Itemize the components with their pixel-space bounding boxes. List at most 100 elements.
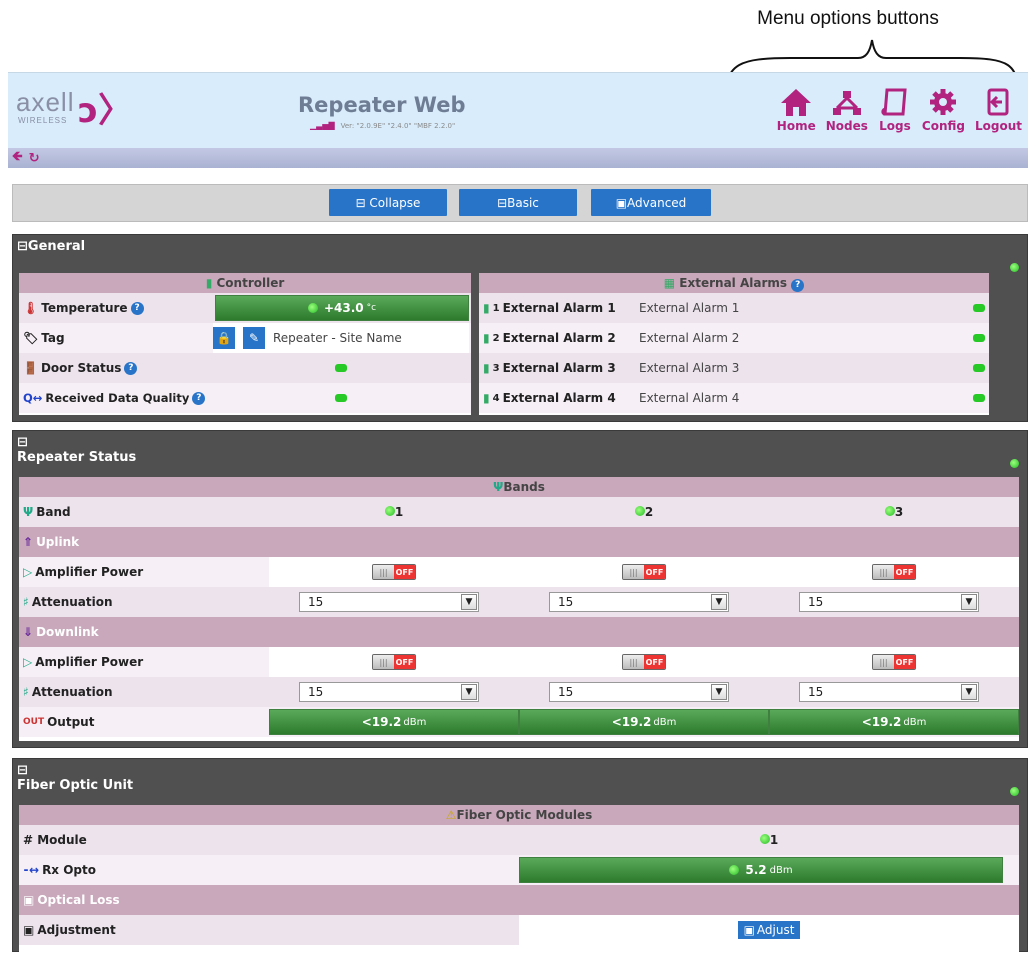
- attenuation-icon: ♯: [23, 685, 29, 699]
- door-label: 🚪 Door Status?: [19, 361, 213, 375]
- fiber-status-led: [1010, 787, 1019, 796]
- menu-logs-button[interactable]: Logs: [878, 85, 912, 133]
- adjustment-icon: ▣: [23, 923, 35, 937]
- rx-value: 5.2: [745, 863, 767, 877]
- repeater-title-block: ⊟ Repeater Status: [13, 431, 1027, 465]
- attenuation-select[interactable]: 15 ▼: [549, 592, 729, 612]
- output-label-text: Output: [47, 715, 95, 729]
- chevron-down-icon: ▼: [461, 684, 477, 700]
- amp-toggle[interactable]: ||| OFF: [372, 564, 416, 580]
- help-icon[interactable]: ?: [192, 391, 206, 405]
- menu-logout-button[interactable]: Logout: [975, 85, 1022, 133]
- attenuation-icon: ♯: [23, 595, 29, 609]
- downlink-label: Downlink: [36, 625, 99, 639]
- output-value: <19.2: [611, 715, 652, 729]
- amp-toggle[interactable]: ||| OFF: [372, 654, 416, 670]
- uplink-header: ⇑ Uplink: [19, 527, 1019, 557]
- attenuation-select[interactable]: 15 ▼: [299, 592, 479, 612]
- band-cell: 3: [769, 505, 1019, 519]
- toggle-state: OFF: [894, 655, 915, 669]
- fiber-modules-header: ⚠Fiber Optic Modules: [19, 805, 1019, 825]
- adjust-button[interactable]: ▣ Adjust: [737, 921, 801, 939]
- atten-cell: 15 ▼: [799, 682, 1019, 702]
- amp-toggle-cell: ||| OFF: [519, 647, 769, 677]
- basic-button[interactable]: ⊟Basic: [459, 189, 577, 216]
- fiber-collapse-icon[interactable]: ⊟: [17, 763, 1023, 778]
- edit-icon[interactable]: ✎: [243, 327, 265, 349]
- help-icon[interactable]: ?: [791, 278, 805, 292]
- attenuation-select[interactable]: 15 ▼: [799, 592, 979, 612]
- band-cell: 1: [269, 505, 519, 519]
- amp-toggle[interactable]: ||| OFF: [872, 564, 916, 580]
- band-led: [634, 506, 645, 516]
- door-row: 🚪 Door Status?: [19, 353, 471, 383]
- rx-opto-icon: ⁃↔: [23, 863, 40, 877]
- menu-logout-label: Logout: [974, 119, 1022, 133]
- help-icon[interactable]: ?: [124, 361, 138, 375]
- amp-toggle[interactable]: ||| OFF: [622, 654, 666, 670]
- adjustment-row: ▣ Adjustment ▣ Adjust: [19, 915, 1019, 945]
- amp-label: ▷ Amplifier Power: [19, 565, 269, 579]
- temperature-label-text: Temperature: [41, 301, 128, 315]
- attenuation-select[interactable]: 15 ▼: [299, 682, 479, 702]
- menu-config-button[interactable]: Config: [922, 85, 965, 133]
- module-label: # Module: [23, 833, 87, 847]
- tag-label-text: Tag: [41, 331, 65, 345]
- back-arrow-icon[interactable]: 🡸: [12, 147, 23, 169]
- lock-icon[interactable]: 🔒: [213, 327, 235, 349]
- attenuation-select[interactable]: 15 ▼: [549, 682, 729, 702]
- adjustment-label-text: Adjustment: [37, 923, 116, 937]
- chevron-down-icon: ▼: [461, 594, 477, 610]
- amp-toggle[interactable]: ||| OFF: [622, 564, 666, 580]
- refresh-icon[interactable]: ↻: [29, 151, 40, 166]
- home-icon: [779, 85, 813, 119]
- help-icon[interactable]: ?: [130, 301, 144, 315]
- advanced-button[interactable]: ▣Advanced: [591, 189, 711, 216]
- toggle-state: OFF: [394, 655, 415, 669]
- bands-header: ΨBands: [19, 477, 1019, 497]
- chevron-down-icon: ▼: [711, 684, 727, 700]
- general-title[interactable]: ⊟General: [13, 235, 1027, 254]
- amp-toggle[interactable]: ||| OFF: [872, 654, 916, 670]
- logo-mark-icon: ɔ〉: [78, 91, 133, 131]
- tag-row: 🏷 Tag 🔒 ✎ Repeater - Site Name: [19, 323, 471, 353]
- temperature-row: 🌡 Temperature? +43.0 °c: [19, 293, 471, 323]
- bands-header-label: Bands: [503, 480, 545, 494]
- output-unit: dBm: [653, 716, 677, 728]
- amp-toggle-cell: ||| OFF: [269, 647, 519, 677]
- gear-icon: [926, 85, 960, 119]
- rx-label-text: Rx Opto: [42, 863, 96, 877]
- menu-nodes-label: Nodes: [825, 119, 868, 133]
- output-bar: <19.2 dBm: [269, 709, 519, 735]
- amp-label: ▷ Amplifier Power: [19, 655, 269, 669]
- repeater-collapse-icon[interactable]: ⊟: [17, 435, 1023, 450]
- fiber-title-block: ⊟ Fiber Optic Unit: [13, 759, 1027, 793]
- controller-header-label: Controller: [216, 276, 285, 290]
- alarm-value: External Alarm 1: [639, 301, 740, 315]
- attenuation-select[interactable]: 15 ▼: [799, 682, 979, 702]
- band-led: [884, 506, 895, 516]
- band-led: [384, 506, 395, 516]
- data-quality-icon: Q↔: [23, 391, 43, 405]
- menu-home-button[interactable]: Home: [777, 85, 816, 133]
- amp-label-text: Amplifier Power: [35, 565, 144, 579]
- band-label: Ψ Band: [19, 505, 269, 519]
- alarm-label-text: External Alarm 4: [502, 391, 616, 405]
- general-section: ⊟General ▮ Controller 🌡 Temperature? +43.…: [12, 234, 1028, 422]
- temperature-unit: °c: [366, 303, 377, 313]
- menu-logs-label: Logs: [879, 119, 911, 133]
- alarm-led: [973, 334, 985, 342]
- collapse-button[interactable]: ⊟ Collapse: [329, 189, 447, 216]
- alarm-value: External Alarm 4: [639, 391, 740, 405]
- band-number: 1: [394, 505, 404, 519]
- menu-nodes-button[interactable]: Nodes: [826, 85, 868, 133]
- atten-value: 15: [308, 595, 324, 609]
- annotation-brace: [730, 39, 1016, 72]
- repeater-title: Repeater Status: [17, 450, 137, 465]
- rx-label: ⁃↔ Rx Opto: [19, 863, 519, 877]
- band-number: 2: [644, 505, 654, 519]
- signal-icon: ▁▃▅▇: [310, 121, 335, 130]
- toggle-grip: |||: [873, 565, 894, 579]
- nav-bar: 🡸 ↻: [8, 148, 1028, 168]
- toggle-state: OFF: [644, 565, 665, 579]
